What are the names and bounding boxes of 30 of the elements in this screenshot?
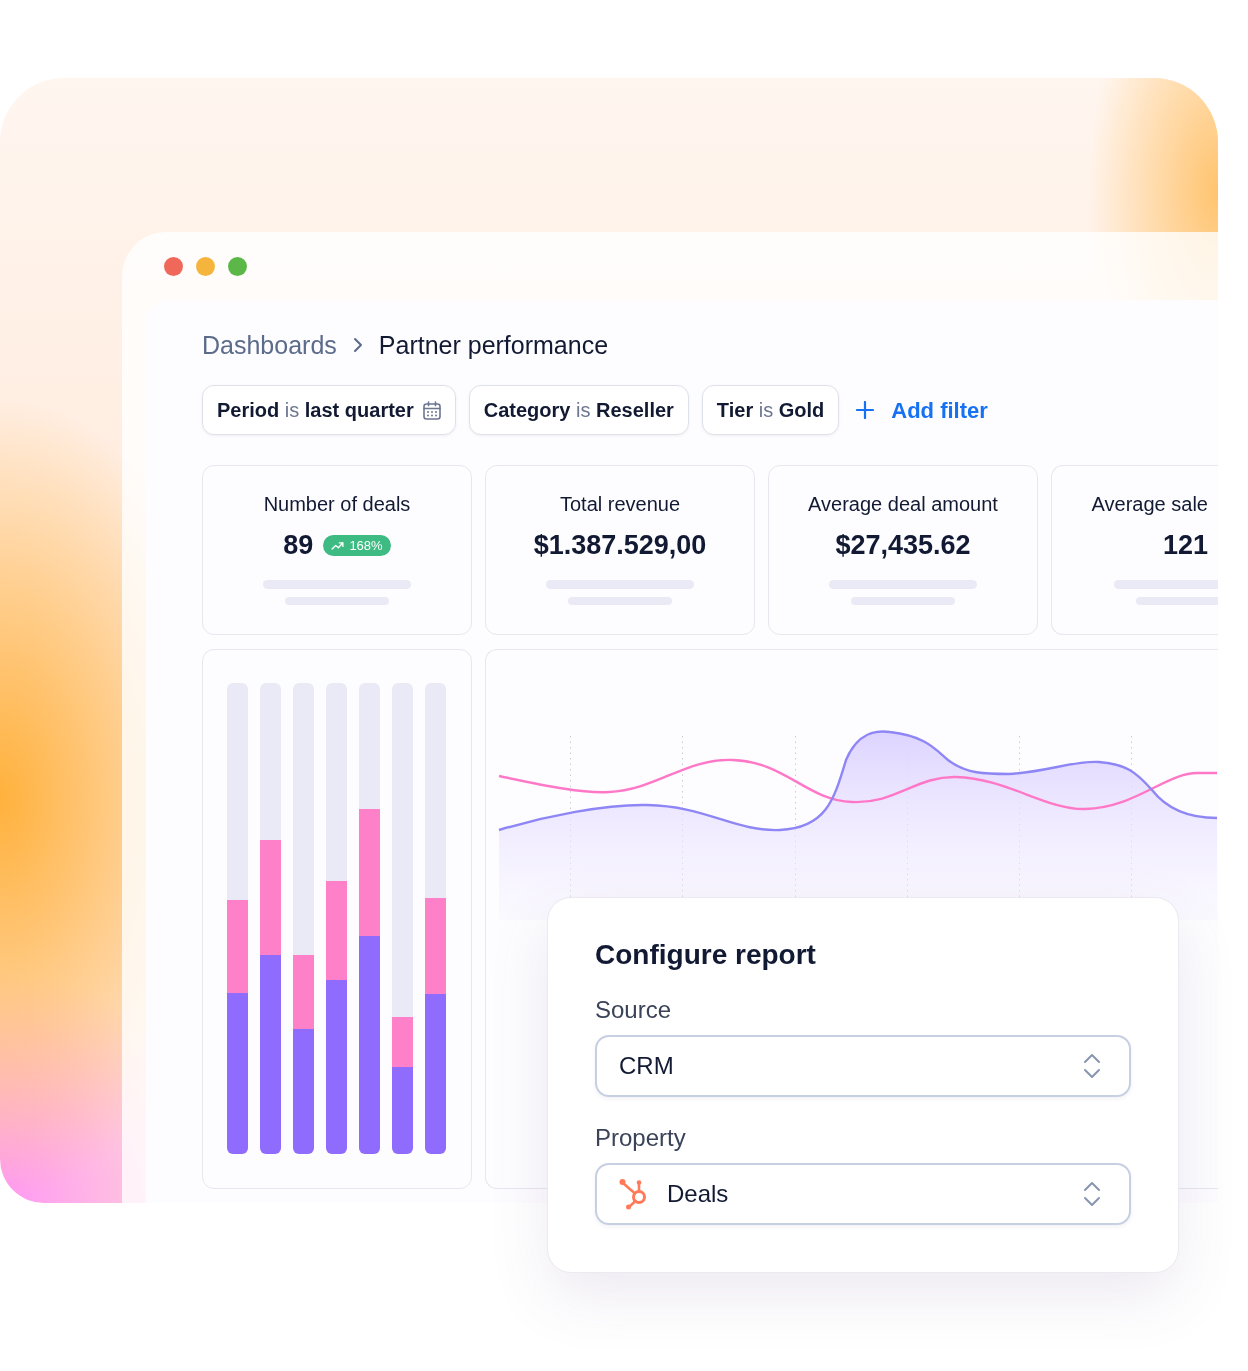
- filter-chip[interactable]: Period is last quarter: [202, 385, 456, 435]
- breadcrumb-link[interactable]: Dashboards: [202, 329, 337, 361]
- add-filter-button[interactable]: Add filter: [856, 393, 988, 427]
- kpi-value: 89: [283, 529, 314, 562]
- kpi-title: Average deal amount: [808, 492, 998, 517]
- field-label: Source: [595, 995, 673, 1025]
- trend-up-icon: [331, 540, 345, 550]
- change-percent: 168%: [349, 537, 383, 553]
- kpi-value: $27,435.62: [835, 529, 971, 562]
- card-title: Configure report: [595, 938, 817, 972]
- close-window-icon[interactable]: [164, 256, 183, 276]
- chevron-up-down-icon: [1083, 1053, 1101, 1079]
- kpi-title: Number of deals: [263, 492, 411, 517]
- kpi-title: Total revenue: [559, 492, 681, 517]
- plus-icon: [856, 401, 875, 419]
- zoom-window-icon[interactable]: [228, 256, 247, 276]
- kpi-value: 121: [1162, 529, 1208, 562]
- kpi-value: $1.387.529,00: [533, 529, 707, 562]
- select-field[interactable]: CRM: [595, 1035, 1131, 1097]
- breadcrumb-current: Partner performance: [378, 330, 609, 361]
- kpi-title: Average sale: [1091, 492, 1208, 517]
- select-field[interactable]: Deals: [595, 1163, 1131, 1225]
- filter-chip[interactable]: Category is Reseller: [468, 385, 689, 435]
- minimize-window-icon[interactable]: [196, 256, 215, 276]
- chevron-right-icon: [352, 337, 363, 353]
- calendar-icon: [422, 400, 441, 420]
- field-label: Property: [595, 1123, 687, 1153]
- filter-chip[interactable]: Tier is Gold: [701, 385, 840, 435]
- chevron-up-down-icon: [1083, 1181, 1101, 1207]
- sprocket-icon: [619, 1178, 649, 1210]
